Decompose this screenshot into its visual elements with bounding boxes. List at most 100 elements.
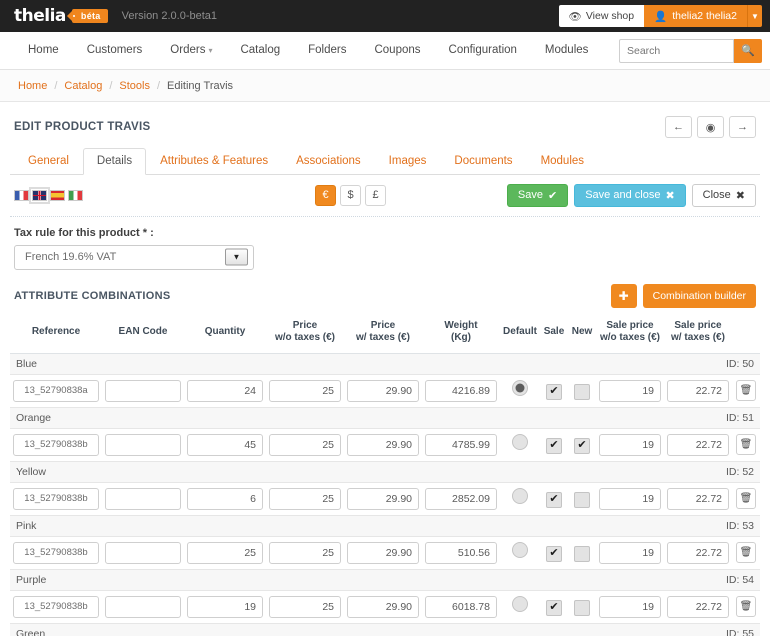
- tab-documents[interactable]: Documents: [440, 148, 526, 175]
- new-checkbox[interactable]: ✔: [574, 492, 590, 508]
- sale-price-w-taxes-input[interactable]: [667, 596, 729, 618]
- language-flag-english[interactable]: [32, 190, 47, 201]
- quantity-input[interactable]: [187, 434, 263, 456]
- search-input[interactable]: [619, 39, 734, 63]
- currency-button-pound[interactable]: £: [365, 185, 386, 206]
- reference-input[interactable]: [13, 380, 99, 402]
- weight-input[interactable]: [425, 488, 497, 510]
- price-wo-taxes-input[interactable]: [269, 542, 341, 564]
- delete-combination-button[interactable]: 🗑: [736, 542, 756, 563]
- quantity-input[interactable]: [187, 488, 263, 510]
- tab-details[interactable]: Details: [83, 148, 146, 175]
- breadcrumb-item-stools[interactable]: Stools: [119, 80, 150, 92]
- nav-item-customers[interactable]: Customers: [73, 31, 157, 70]
- sale-checkbox[interactable]: ✔: [546, 438, 562, 454]
- sale-checkbox[interactable]: ✔: [546, 492, 562, 508]
- price-w-taxes-input[interactable]: [347, 542, 419, 564]
- weight-input[interactable]: [425, 380, 497, 402]
- close-button[interactable]: Close ✖: [692, 184, 756, 207]
- weight-input[interactable]: [425, 596, 497, 618]
- tab-attributes-features[interactable]: Attributes & Features: [146, 148, 282, 175]
- tab-general[interactable]: General: [14, 148, 83, 175]
- default-radio[interactable]: [512, 542, 528, 558]
- price-w-taxes-input[interactable]: [347, 596, 419, 618]
- currency-button-euro[interactable]: €: [315, 185, 336, 206]
- language-flag-italian[interactable]: [68, 190, 83, 201]
- nav-item-orders[interactable]: Orders▾: [156, 31, 226, 70]
- tax-rule-select[interactable]: French 19.6% VAT ▼: [14, 245, 254, 270]
- sale-price-wo-taxes-input[interactable]: [599, 380, 661, 402]
- nav-item-coupons[interactable]: Coupons: [360, 31, 434, 70]
- new-checkbox[interactable]: ✔: [574, 384, 590, 400]
- weight-input[interactable]: [425, 434, 497, 456]
- delete-combination-button[interactable]: 🗑: [736, 434, 756, 455]
- previous-product-button[interactable]: ←: [665, 116, 692, 138]
- price-wo-taxes-input[interactable]: [269, 488, 341, 510]
- default-radio[interactable]: [512, 488, 528, 504]
- ean-code-input[interactable]: [105, 542, 181, 564]
- ean-code-input[interactable]: [105, 596, 181, 618]
- save-button[interactable]: Save ✔: [507, 184, 568, 207]
- add-combination-button[interactable]: ✚: [611, 284, 637, 308]
- sale-price-w-taxes-input[interactable]: [667, 434, 729, 456]
- next-product-button[interactable]: →: [729, 116, 756, 138]
- delete-combination-button[interactable]: 🗑: [736, 596, 756, 617]
- nav-item-home[interactable]: Home: [14, 31, 73, 70]
- price-wo-taxes-input[interactable]: [269, 596, 341, 618]
- sale-price-wo-taxes-input[interactable]: [599, 542, 661, 564]
- tab-associations[interactable]: Associations: [282, 148, 375, 175]
- delete-combination-button[interactable]: 🗑: [736, 488, 756, 509]
- ean-code-input[interactable]: [105, 434, 181, 456]
- default-radio[interactable]: [512, 596, 528, 612]
- new-checkbox[interactable]: ✔: [574, 546, 590, 562]
- language-flag-spanish[interactable]: [50, 190, 65, 201]
- sale-price-w-taxes-input[interactable]: [667, 380, 729, 402]
- nav-item-folders[interactable]: Folders: [294, 31, 360, 70]
- quantity-input[interactable]: [187, 542, 263, 564]
- language-flag-french[interactable]: [14, 190, 29, 201]
- quantity-input[interactable]: [187, 596, 263, 618]
- reference-input[interactable]: [13, 542, 99, 564]
- breadcrumb-item-home[interactable]: Home: [18, 80, 47, 92]
- price-w-taxes-input[interactable]: [347, 380, 419, 402]
- combination-builder-button[interactable]: Combination builder: [643, 284, 756, 308]
- weight-input[interactable]: [425, 542, 497, 564]
- reference-input[interactable]: [13, 434, 99, 456]
- default-radio[interactable]: [512, 434, 528, 450]
- search-button[interactable]: 🔍: [734, 39, 762, 63]
- new-checkbox[interactable]: ✔: [574, 600, 590, 616]
- new-checkbox[interactable]: ✔: [574, 438, 590, 454]
- default-radio[interactable]: [512, 380, 528, 396]
- sale-checkbox[interactable]: ✔: [546, 384, 562, 400]
- currency-button-dollar[interactable]: $: [340, 185, 361, 206]
- price-wo-taxes-input[interactable]: [269, 380, 341, 402]
- nav-item-catalog[interactable]: Catalog: [226, 31, 294, 70]
- reference-input[interactable]: [13, 596, 99, 618]
- breadcrumb-item-catalog[interactable]: Catalog: [64, 80, 102, 92]
- preview-product-button[interactable]: ◉: [697, 116, 724, 138]
- user-menu-button[interactable]: 👤 thelia2 thelia2: [644, 5, 747, 27]
- price-w-taxes-input[interactable]: [347, 434, 419, 456]
- view-shop-button[interactable]: 👁 View shop: [559, 5, 645, 27]
- ean-code-input[interactable]: [105, 380, 181, 402]
- sale-price-wo-taxes-input[interactable]: [599, 434, 661, 456]
- price-w-taxes-input[interactable]: [347, 488, 419, 510]
- nav-item-modules[interactable]: Modules: [531, 31, 602, 70]
- quantity-input[interactable]: [187, 380, 263, 402]
- save-and-close-button[interactable]: Save and close ✖: [574, 184, 685, 207]
- sale-price-wo-taxes-input[interactable]: [599, 596, 661, 618]
- brand-logo[interactable]: thelia béta: [14, 8, 108, 25]
- sale-checkbox[interactable]: ✔: [546, 546, 562, 562]
- sale-checkbox[interactable]: ✔: [546, 600, 562, 616]
- ean-code-input[interactable]: [105, 488, 181, 510]
- sale-price-w-taxes-input[interactable]: [667, 488, 729, 510]
- tab-images[interactable]: Images: [375, 148, 441, 175]
- sale-price-wo-taxes-input[interactable]: [599, 488, 661, 510]
- delete-combination-button[interactable]: 🗑: [736, 380, 756, 401]
- nav-item-configuration[interactable]: Configuration: [435, 31, 531, 70]
- tab-modules[interactable]: Modules: [527, 148, 598, 175]
- price-wo-taxes-input[interactable]: [269, 434, 341, 456]
- reference-input[interactable]: [13, 488, 99, 510]
- sale-price-w-taxes-input[interactable]: [667, 542, 729, 564]
- user-menu-caret[interactable]: ▼: [747, 5, 762, 27]
